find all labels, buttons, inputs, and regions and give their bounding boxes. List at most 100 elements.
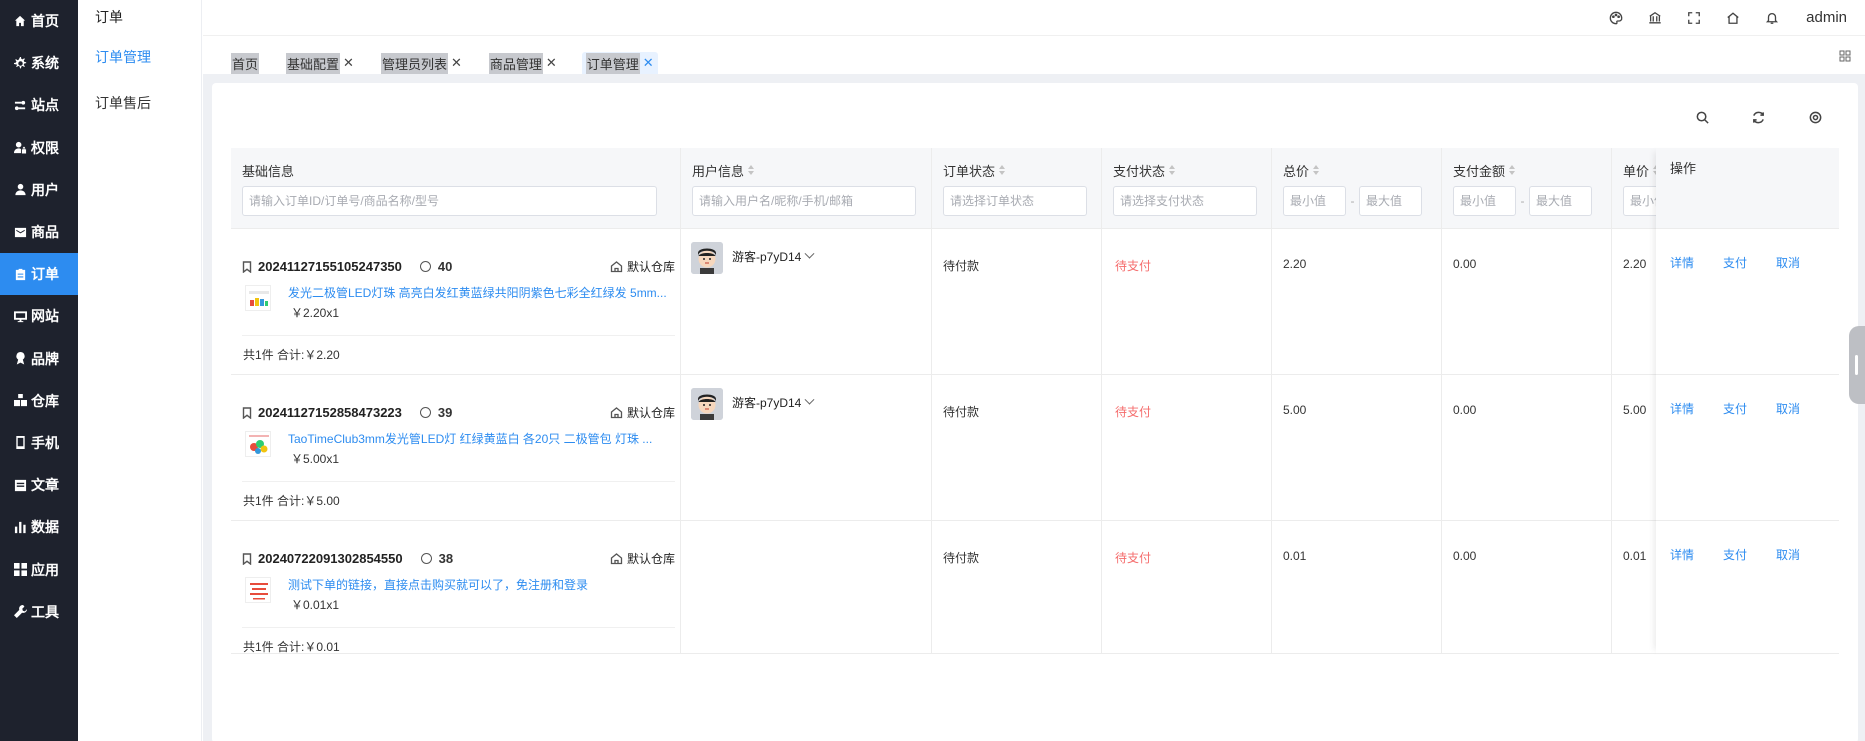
sidebar-item-1[interactable]: 系统 <box>0 42 78 84</box>
palette-icon[interactable] <box>1608 10 1624 26</box>
sidebar-item-0[interactable]: 首页 <box>0 0 78 42</box>
product-thumbnail[interactable] <box>245 431 271 457</box>
avatar[interactable] <box>691 388 723 420</box>
tab-label: 基础配置 <box>286 52 341 74</box>
sidebar-item-12[interactable]: 数据 <box>0 506 78 548</box>
pay-button[interactable]: 支付 <box>1723 546 1747 563</box>
tab-0[interactable]: 首页 <box>229 52 261 74</box>
warehouse-label: 默认仓库 <box>610 258 675 275</box>
sidebar-item-3[interactable]: 权限 <box>0 127 78 169</box>
bookmark-icon[interactable] <box>242 552 252 565</box>
cancel-button[interactable]: 取消 <box>1776 546 1800 563</box>
subnav-item-order-manage[interactable]: 订单管理 <box>78 34 201 80</box>
col-pay-status-title: 支付状态 <box>1113 163 1166 179</box>
product-thumbnail[interactable] <box>245 285 271 311</box>
sort-icon[interactable] <box>1508 165 1516 175</box>
paid-amount: 0.00 <box>1453 257 1477 271</box>
product-title-link[interactable]: TaoTimeClub3mm发光管LED灯 红绿黄蓝白 各20只 二极管包 灯珠… <box>288 430 674 447</box>
sidebar-item-10[interactable]: 手机 <box>0 422 78 464</box>
close-icon[interactable]: ✕ <box>643 55 654 71</box>
clipboard-icon <box>14 268 27 281</box>
user-search-input[interactable] <box>692 186 916 216</box>
sidebar-item-label: 工具 <box>31 603 59 620</box>
paid-amount: 0.00 <box>1453 549 1477 563</box>
close-icon[interactable]: ✕ <box>451 55 462 71</box>
home-icon[interactable] <box>1725 10 1741 26</box>
bell-icon[interactable] <box>1764 10 1780 26</box>
order-status: 待付款 <box>943 259 980 273</box>
pay-button[interactable]: 支付 <box>1723 254 1747 271</box>
col-user-title: 用户信息 <box>692 163 745 179</box>
tab-4[interactable]: 订单管理 ✕ <box>581 52 658 74</box>
sidebar-item-label: 首页 <box>31 13 59 30</box>
cancel-button[interactable]: 取消 <box>1776 400 1800 417</box>
col-total-title: 总价 <box>1283 163 1310 179</box>
sidebar-item-5[interactable]: 商品 <box>0 211 78 253</box>
sort-icon[interactable] <box>747 165 755 175</box>
detail-button[interactable]: 详情 <box>1670 254 1694 271</box>
close-icon[interactable]: ✕ <box>546 55 557 71</box>
table-row: 20241127152858473223 39 默认仓库 TaoTimeClub3mm… <box>231 375 1656 521</box>
close-icon[interactable]: ✕ <box>343 55 354 71</box>
warehouse-icon <box>610 260 623 273</box>
sidebar-item-8[interactable]: 品牌 <box>0 338 78 380</box>
sidebar-item-14[interactable]: 工具 <box>0 591 78 633</box>
search-icon[interactable] <box>1695 110 1711 126</box>
gear-icon <box>14 56 27 70</box>
sort-icon[interactable] <box>1312 165 1320 175</box>
paid-max-input[interactable] <box>1529 186 1592 216</box>
total-max-input[interactable] <box>1359 186 1422 216</box>
cancel-button[interactable]: 取消 <box>1776 254 1800 271</box>
top-header: admin <box>203 0 1865 36</box>
sort-icon[interactable] <box>998 165 1006 175</box>
order-count: 39 <box>419 405 452 420</box>
col-unit-title: 单价 <box>1623 163 1650 179</box>
drawer-handle[interactable] <box>1849 326 1865 404</box>
sidebar-item-label: 文章 <box>31 477 59 494</box>
product-title-link[interactable]: 发光二极管LED灯珠 高亮白发红黄蓝绿共阳阴紫色七彩全红绿发 5mm... <box>288 284 674 301</box>
detail-button[interactable]: 详情 <box>1670 400 1694 417</box>
tab-2[interactable]: 管理员列表 ✕ <box>379 52 464 74</box>
user-name-dropdown[interactable]: 游客-p7yD14 <box>732 394 815 411</box>
total-min-input[interactable] <box>1283 186 1346 216</box>
product-thumbnail[interactable] <box>245 577 271 603</box>
basic-search-input[interactable] <box>242 186 657 216</box>
avatar[interactable] <box>691 242 723 274</box>
sidebar-item-label: 系统 <box>31 55 59 72</box>
user-name-dropdown[interactable]: 游客-p7yD14 <box>732 248 815 265</box>
sort-icon[interactable] <box>1168 165 1176 175</box>
col-user: 用户信息 <box>681 148 932 229</box>
pay-button[interactable]: 支付 <box>1723 400 1747 417</box>
settings-icon[interactable] <box>1808 110 1824 126</box>
tab-1[interactable]: 基础配置 ✕ <box>284 52 356 74</box>
product-title-link[interactable]: 测试下单的链接，直接点击购买就可以了，免注册和登录 <box>288 576 674 593</box>
circle-icon <box>420 553 432 564</box>
pay-status-select[interactable] <box>1113 186 1257 216</box>
order-count-value: 40 <box>437 259 453 274</box>
sidebar-item-6[interactable]: 订单 <box>0 253 78 296</box>
bookmark-icon[interactable] <box>242 406 252 419</box>
sidebar-item-9[interactable]: 仓库 <box>0 380 78 422</box>
detail-button[interactable]: 详情 <box>1670 546 1694 563</box>
sidebar-item-7[interactable]: 网站 <box>0 295 78 337</box>
subnav-item-after-sale[interactable]: 订单售后 <box>78 80 201 126</box>
col-paid: 支付金额 - <box>1442 148 1612 229</box>
sidebar-item-2[interactable]: 站点 <box>0 84 78 126</box>
warehouse-icon <box>14 394 27 407</box>
tab-3[interactable]: 商品管理 ✕ <box>487 52 559 74</box>
refresh-icon[interactable] <box>1751 110 1767 126</box>
user-name: 游客-p7yD14 <box>732 250 802 264</box>
sidebar-item-11[interactable]: 文章 <box>0 464 78 506</box>
sidebar-item-13[interactable]: 应用 <box>0 548 78 590</box>
fullscreen-icon[interactable] <box>1686 10 1702 26</box>
order-status-select[interactable] <box>943 186 1087 216</box>
bar-chart-icon <box>14 521 27 534</box>
grid-icon[interactable] <box>1839 50 1851 62</box>
paid-min-input[interactable] <box>1453 186 1516 216</box>
bookmark-icon[interactable] <box>242 260 252 273</box>
user-menu[interactable]: admin <box>1806 9 1847 26</box>
divider <box>242 335 675 336</box>
table-row: 20241127155105247350 40 默认仓库 发光二极管LED灯珠 高亮白… <box>231 229 1656 375</box>
bank-icon[interactable] <box>1647 10 1663 26</box>
sidebar-item-4[interactable]: 用户 <box>0 169 78 211</box>
